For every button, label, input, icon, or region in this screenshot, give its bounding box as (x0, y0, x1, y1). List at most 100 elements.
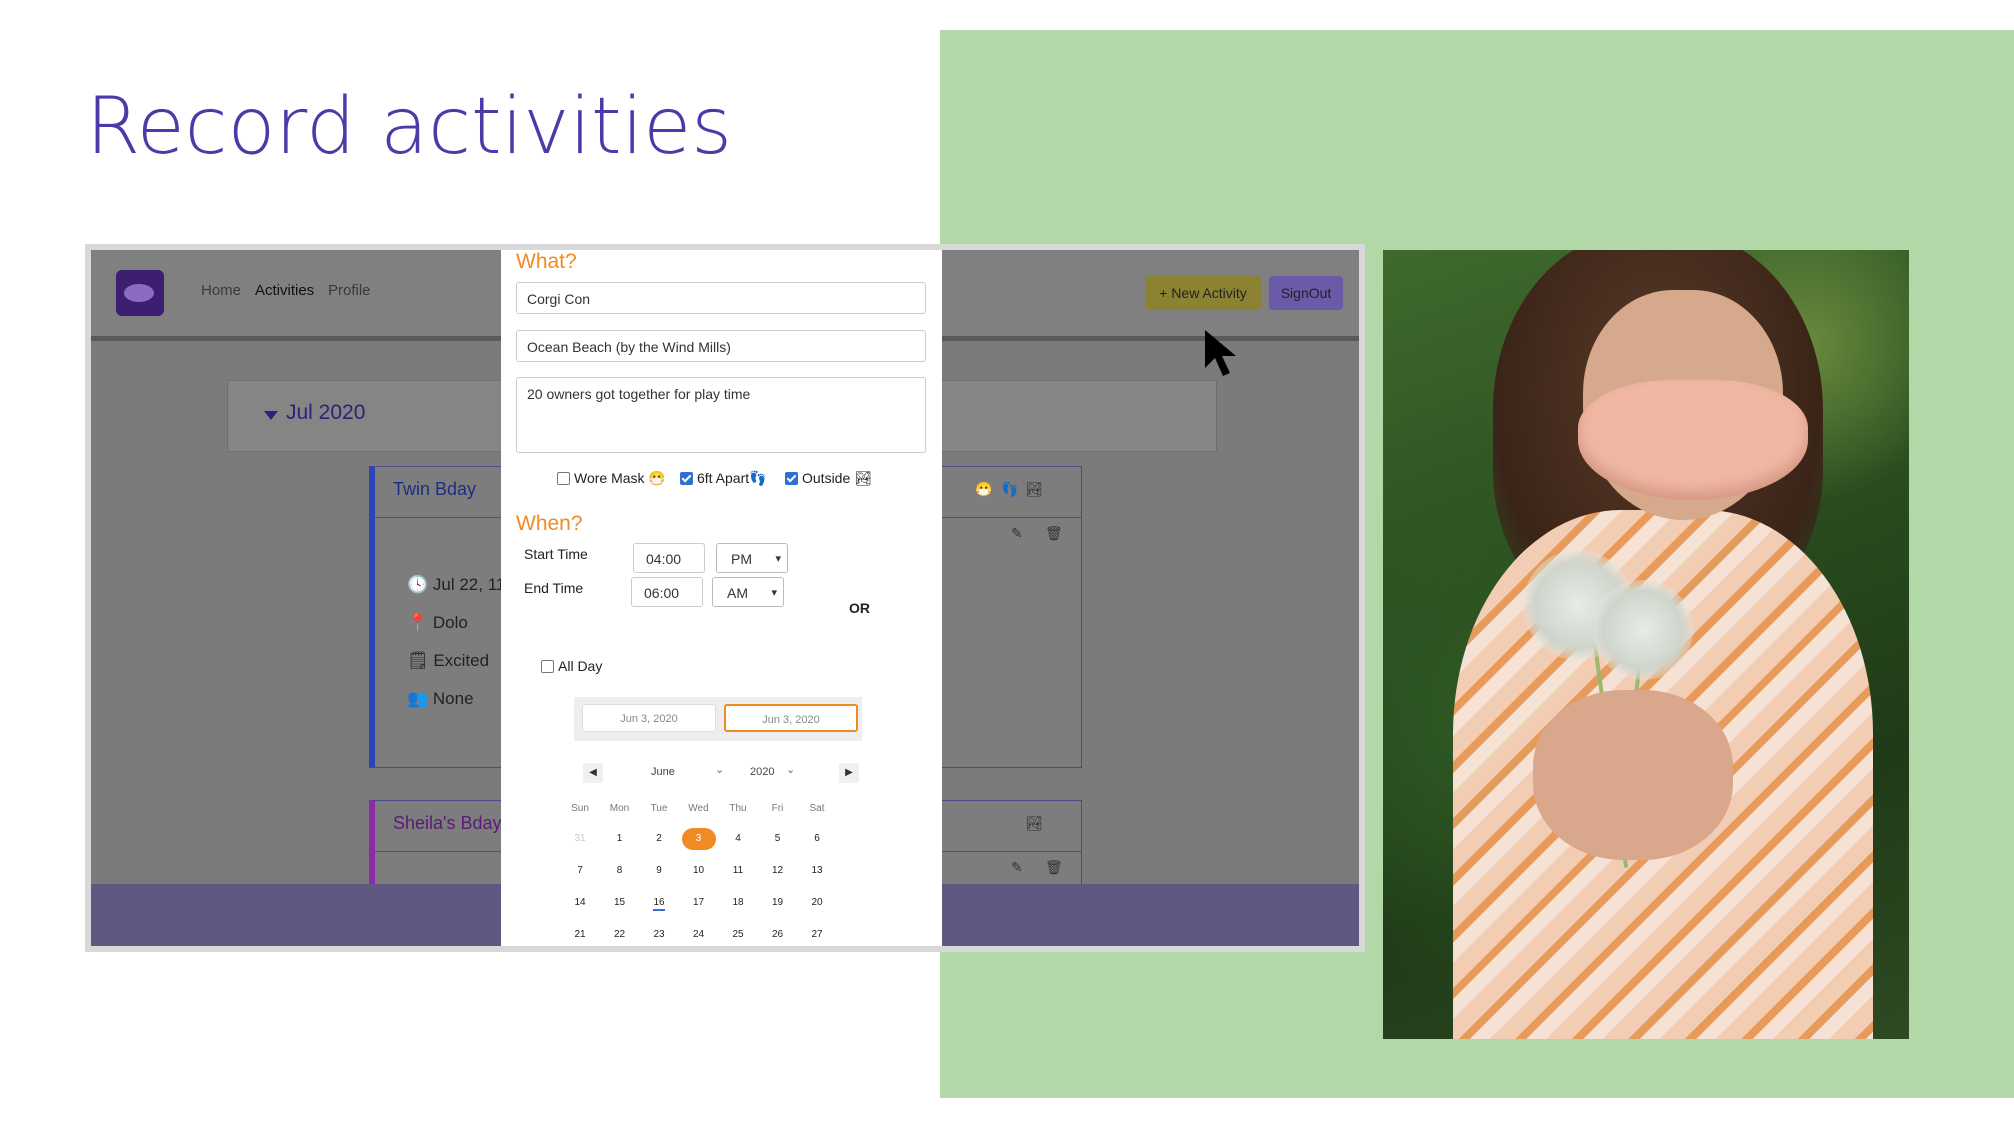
mask-icon: 😷 (975, 481, 993, 497)
wore-mask-checkbox[interactable]: Wore Mask 😷 (557, 470, 666, 487)
caret-down-icon (264, 411, 278, 420)
or-separator: OR (849, 600, 870, 616)
nav-activities[interactable]: Activities (255, 282, 314, 299)
end-ampm-value: AM (727, 585, 748, 601)
card-title: Sheila's Bday (393, 813, 502, 833)
signout-button[interactable]: SignOut (1269, 276, 1343, 310)
wore-mask-label: Wore Mask 😷 (574, 470, 666, 486)
weekday-header: Mon (609, 803, 630, 814)
calendar-day[interactable]: 7 (560, 860, 600, 882)
calendar-day[interactable]: 6 (797, 828, 837, 850)
range-start-input[interactable]: Jun 3, 2020 (582, 704, 716, 732)
outside-label: Outside 🏞 (802, 470, 872, 486)
weekday-header: Thu (729, 803, 747, 814)
six-ft-apart-checkbox[interactable]: 6ft Apart👣 (680, 470, 767, 487)
start-ampm-value: PM (731, 551, 752, 567)
weekday-header: Sun (571, 803, 589, 814)
calendar-day[interactable]: 4 (718, 828, 758, 850)
girl-with-mask-photo (1383, 250, 1909, 1039)
month-label: Jul 2020 (286, 401, 366, 424)
calendar-day[interactable]: 18 (718, 892, 758, 914)
all-day-label: All Day (558, 658, 603, 674)
trash-icon[interactable]: 🗑 (1045, 859, 1063, 876)
next-month-button[interactable]: ▶ (839, 763, 859, 783)
start-ampm-select[interactable]: PM ▾ (716, 543, 788, 573)
card-location-row: 📍 Dolo (407, 613, 468, 633)
weekday-header: Tue (650, 803, 668, 814)
dandelion-puff (1593, 580, 1693, 680)
card-people: None (432, 689, 474, 708)
nav-profile[interactable]: Profile (328, 282, 371, 299)
weekday-header: Fri (771, 803, 784, 814)
note-icon: 🗒 (407, 651, 434, 670)
start-time-label: Start Time (524, 546, 588, 562)
nav-home[interactable]: Home (201, 282, 241, 299)
calendar-day[interactable]: 21 (560, 924, 600, 946)
new-activity-modal: What? Corgi Con Ocean Beach (by the Wind… (501, 250, 942, 946)
photo-hands (1533, 690, 1733, 860)
outside-checkbox[interactable]: Outside 🏞 (785, 470, 872, 487)
mouse-cursor-icon (1205, 330, 1236, 376)
map-pin-icon: 📍 (407, 613, 433, 632)
calendar-day[interactable]: 10 (679, 860, 719, 882)
calendar-day[interactable]: 14 (560, 892, 600, 914)
activity-name-input[interactable]: Corgi Con (516, 282, 926, 314)
calendar-year-select[interactable]: 2020 (750, 766, 774, 778)
calendar-day[interactable]: 3 (681, 828, 716, 850)
all-day-checkbox[interactable]: All Day (541, 658, 602, 674)
app-logo[interactable] (116, 270, 164, 316)
prev-month-button[interactable]: ◀ (583, 763, 603, 783)
chevron-down-icon: ⌄ (715, 764, 725, 776)
new-activity-button[interactable]: + New Activity (1145, 276, 1261, 310)
outdoor-icon: 🏞 (1025, 481, 1043, 497)
calendar-day[interactable]: 20 (797, 892, 837, 914)
location-input[interactable]: Ocean Beach (by the Wind Mills) (516, 330, 926, 362)
card-datetime-row: 🕓 Jul 22, 11: (407, 575, 510, 595)
photo-face-mask (1578, 380, 1808, 500)
calendar-day[interactable]: 22 (600, 924, 640, 946)
calendar-day[interactable]: 16 (639, 892, 679, 914)
calendar-day[interactable]: 31 (560, 828, 600, 850)
card-people-row: 👥 None (407, 689, 474, 709)
calendar-day[interactable]: 11 (718, 860, 758, 882)
notes-textarea[interactable]: 20 owners got together for play time (516, 377, 926, 453)
card-datetime: Jul 22, 11: (432, 575, 511, 594)
weekday-header: Sat (809, 803, 825, 814)
checkbox-box[interactable] (541, 659, 554, 673)
range-end-input[interactable]: Jun 3, 2020 (724, 704, 858, 732)
calendar-day[interactable]: 9 (639, 860, 679, 882)
trash-icon[interactable]: 🗑 (1045, 525, 1063, 542)
calendar-day[interactable]: 5 (758, 828, 798, 850)
calendar-day[interactable]: 23 (639, 924, 679, 946)
people-icon: 👥 (407, 689, 433, 708)
end-time-input[interactable]: 06:00 (631, 577, 703, 607)
calendar-day[interactable]: 13 (797, 860, 837, 882)
calendar-month-select[interactable]: June (651, 766, 675, 778)
weekday-header: Wed (688, 803, 709, 814)
calendar-day[interactable]: 8 (600, 860, 640, 882)
six-ft-apart-label: 6ft Apart👣 (697, 470, 767, 486)
checkbox-box[interactable] (557, 472, 570, 485)
edit-icon[interactable]: ✎ (1011, 525, 1023, 542)
card-mood: Excited (433, 651, 490, 670)
outdoor-icon: 🏞 (1025, 815, 1043, 831)
start-time-input[interactable]: 04:00 (633, 543, 705, 573)
calendar-day[interactable]: 26 (758, 924, 798, 946)
card-mood-row: 🗒 Excited (407, 651, 489, 671)
calendar-day[interactable]: 15 (600, 892, 640, 914)
calendar-day[interactable]: 12 (758, 860, 798, 882)
calendar-day[interactable]: 25 (718, 924, 758, 946)
calendar-day[interactable]: 1 (600, 828, 640, 850)
calendar-day[interactable]: 17 (679, 892, 719, 914)
card-title: Twin Bday (393, 479, 477, 499)
date-range-inputs: Jun 3, 2020 Jun 3, 2020 (574, 697, 862, 741)
end-ampm-select[interactable]: AM ▾ (712, 577, 784, 607)
calendar-day[interactable]: 27 (797, 924, 837, 946)
checkbox-box[interactable] (680, 472, 693, 485)
calendar-day[interactable]: 19 (758, 892, 798, 914)
edit-icon[interactable]: ✎ (1011, 859, 1023, 876)
calendar-day[interactable]: 24 (679, 924, 719, 946)
calendar-day[interactable]: 2 (639, 828, 679, 850)
end-time-label: End Time (524, 580, 584, 596)
checkbox-box[interactable] (785, 472, 798, 485)
